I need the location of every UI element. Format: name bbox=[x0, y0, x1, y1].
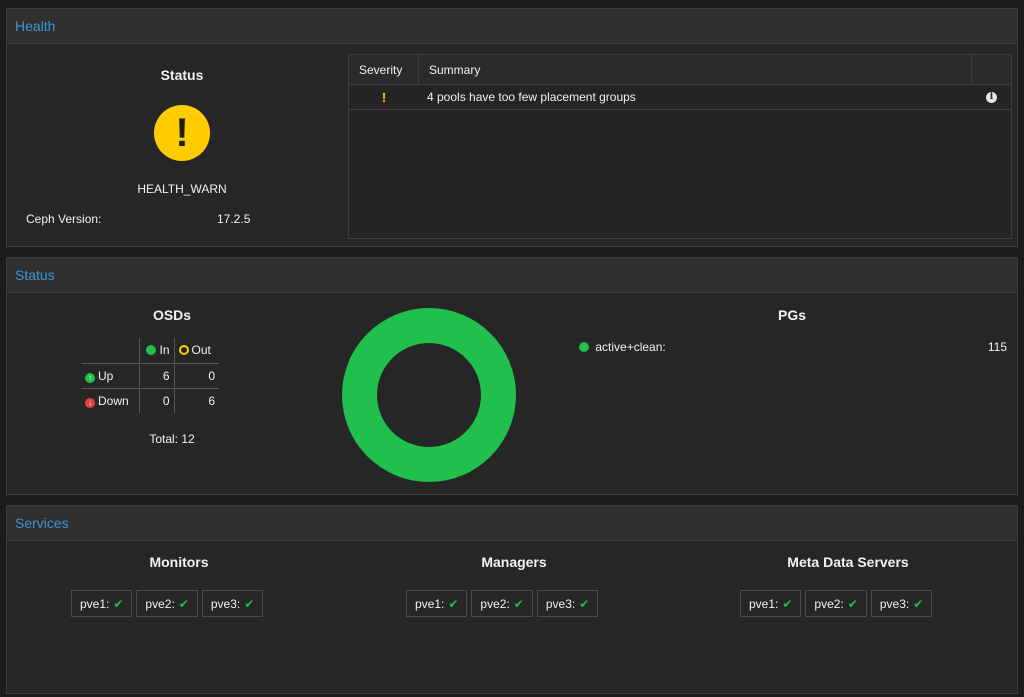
ceph-version-value: 17.2.5 bbox=[217, 212, 251, 226]
action-column-header bbox=[972, 55, 1011, 84]
severity-warning-icon: ! bbox=[381, 89, 387, 105]
osds-title: OSDs bbox=[152, 307, 192, 323]
out-ring-icon bbox=[178, 345, 189, 356]
health-panel-header: Health bbox=[7, 9, 1017, 44]
manager-chip[interactable]: pve1: ✔ bbox=[406, 590, 468, 617]
status-panel: Status OSDs In Out ↑ Up 6 0 ↓ Down 0 6 Tot… bbox=[6, 257, 1018, 495]
mds-chip[interactable]: pve1: ✔ bbox=[740, 590, 802, 617]
check-icon: ✔ bbox=[448, 596, 459, 611]
down-arrow-icon: ↓ bbox=[85, 397, 95, 408]
mds-list: pve1: ✔ pve2: ✔ pve3: ✔ bbox=[740, 590, 933, 617]
info-icon[interactable]: i bbox=[986, 91, 997, 103]
health-panel-title: Health bbox=[15, 18, 56, 34]
up-arrow-icon: ↑ bbox=[85, 372, 95, 383]
health-grid-header: Severity Summary bbox=[349, 55, 1011, 85]
mds-chip[interactable]: pve2: ✔ bbox=[805, 590, 867, 617]
pg-legend-item: active+clean: bbox=[579, 340, 666, 354]
health-state: HEALTH_WARN bbox=[137, 182, 227, 196]
health-status-title: Status bbox=[160, 67, 204, 83]
pg-state-label: active+clean: bbox=[595, 340, 666, 354]
monitor-chip[interactable]: pve2: ✔ bbox=[136, 590, 198, 617]
pg-state-count: 115 bbox=[987, 340, 1007, 354]
check-icon: ✔ bbox=[913, 596, 924, 611]
status-panel-header: Status bbox=[7, 258, 1017, 293]
osd-total: Total: 12 bbox=[149, 432, 195, 446]
pg-donut-chart bbox=[342, 308, 516, 482]
osd-down-out: 6 bbox=[173, 388, 219, 413]
monitors-title: Monitors bbox=[149, 554, 209, 570]
monitor-chip[interactable]: pve3: ✔ bbox=[201, 590, 264, 617]
mds-title: Meta Data Servers bbox=[787, 554, 909, 570]
osd-col-in: In bbox=[159, 343, 170, 358]
check-icon: ✔ bbox=[113, 596, 124, 611]
health-panel: Health Status ! HEALTH_WARN Ceph Version… bbox=[6, 8, 1018, 247]
active-clean-dot-icon bbox=[579, 342, 589, 352]
osd-row-down: Down bbox=[98, 393, 129, 408]
check-icon: ✔ bbox=[782, 596, 793, 611]
osd-up-in: 6 bbox=[138, 363, 174, 389]
services-panel-title: Services bbox=[15, 515, 69, 531]
severity-column-header[interactable]: Severity bbox=[349, 55, 419, 84]
check-icon: ✔ bbox=[513, 596, 524, 611]
in-dot-icon bbox=[146, 345, 157, 356]
check-icon: ✔ bbox=[579, 596, 590, 611]
mds-chip[interactable]: pve3: ✔ bbox=[870, 590, 933, 617]
status-panel-title: Status bbox=[15, 267, 55, 283]
check-icon: ✔ bbox=[244, 596, 255, 611]
warning-circle-icon: ! bbox=[154, 105, 210, 161]
monitors-list: pve1: ✔ pve2: ✔ pve3: ✔ bbox=[71, 590, 264, 617]
check-icon: ✔ bbox=[847, 596, 858, 611]
health-summary-text: 4 pools have too few placement groups bbox=[427, 90, 636, 104]
manager-chip[interactable]: pve2: ✔ bbox=[471, 590, 533, 617]
managers-title: Managers bbox=[481, 554, 547, 570]
osd-down-in: 0 bbox=[138, 388, 174, 413]
check-icon: ✔ bbox=[178, 596, 189, 611]
osd-row-up: Up bbox=[98, 368, 114, 383]
health-grid: Severity Summary ! 4 pools have too few … bbox=[348, 54, 1012, 239]
pgs-title: PGs bbox=[777, 307, 806, 323]
monitor-chip[interactable]: pve1: ✔ bbox=[71, 590, 133, 617]
services-panel: Services Monitors pve1: ✔ pve2: ✔ pve3: ✔ M… bbox=[6, 505, 1018, 694]
summary-column-header[interactable]: Summary bbox=[419, 55, 972, 84]
osd-table: In Out ↑ Up 6 0 ↓ Down 0 6 bbox=[81, 338, 219, 413]
osd-col-out: Out bbox=[191, 343, 211, 358]
manager-chip[interactable]: pve3: ✔ bbox=[536, 590, 599, 617]
ceph-version-label: Ceph Version: bbox=[26, 212, 102, 226]
services-panel-header: Services bbox=[7, 506, 1017, 541]
osd-up-out: 0 bbox=[173, 363, 219, 389]
health-grid-row[interactable]: ! 4 pools have too few placement groups … bbox=[349, 85, 1011, 110]
managers-list: pve1: ✔ pve2: ✔ pve3: ✔ bbox=[406, 590, 599, 617]
